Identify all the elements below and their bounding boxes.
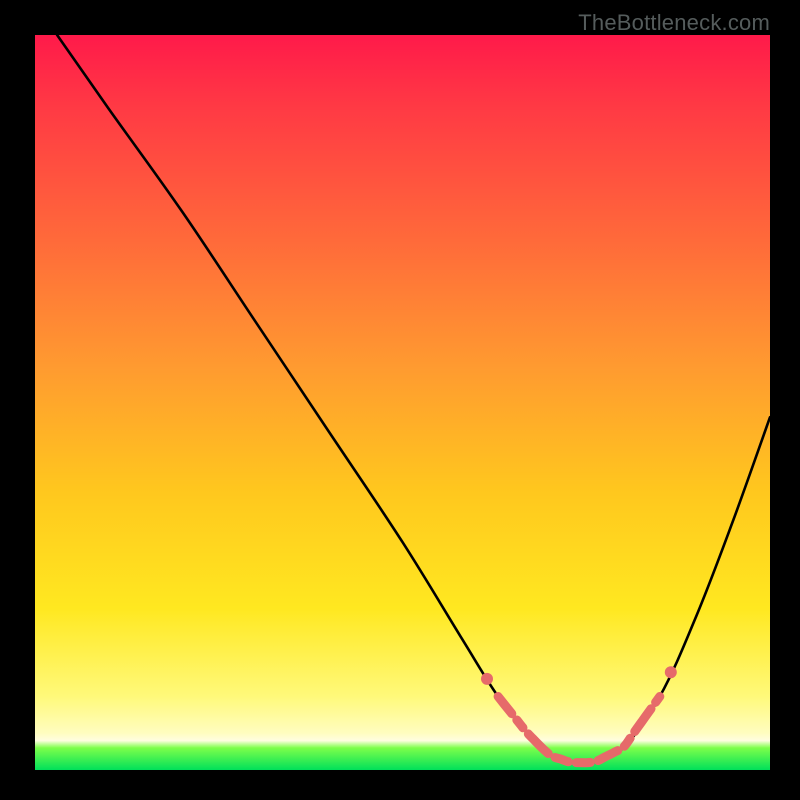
highlight-dot-left — [481, 673, 493, 685]
plot-area — [35, 35, 770, 770]
highlight-dot-right — [665, 666, 677, 678]
bottleneck-curve — [57, 35, 770, 764]
highlight-region — [498, 697, 660, 763]
watermark-text: TheBottleneck.com — [578, 10, 770, 36]
chart-container: TheBottleneck.com — [0, 0, 800, 800]
chart-svg — [35, 35, 770, 770]
